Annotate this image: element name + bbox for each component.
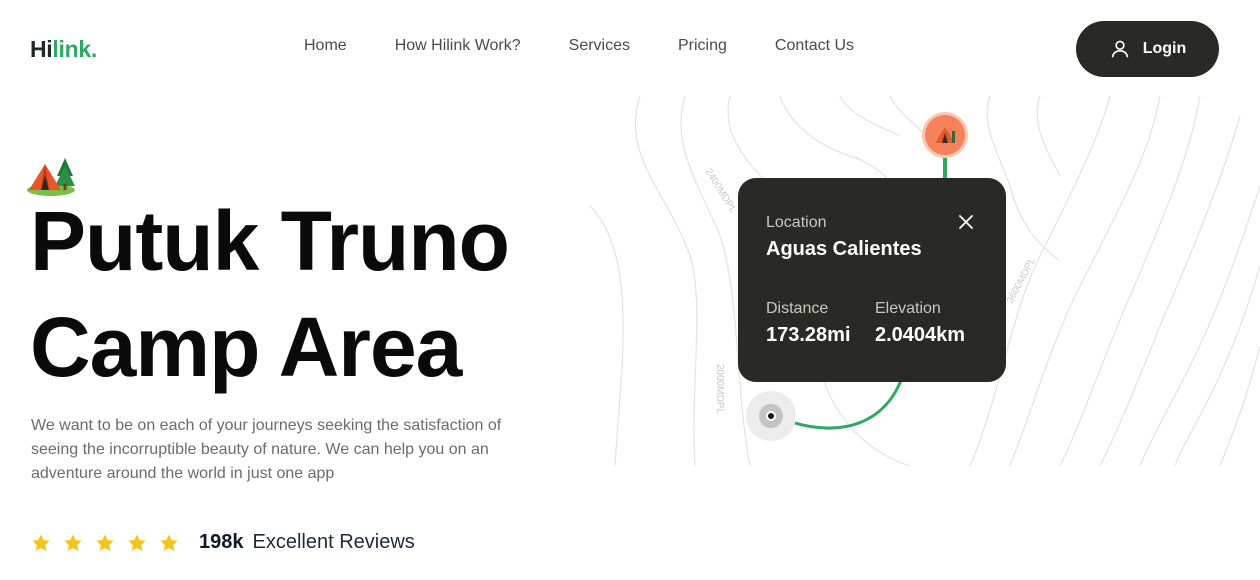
- route-origin-dot[interactable]: [766, 411, 776, 421]
- nav-links: Home How Hilink Work? Services Pricing C…: [304, 37, 902, 55]
- camping-tent-icon: [935, 127, 955, 143]
- nav-link-contact[interactable]: Contact Us: [775, 37, 854, 55]
- nav-link-how-it-works[interactable]: How Hilink Work?: [395, 37, 521, 55]
- star-rating: [31, 533, 179, 553]
- destination-pin[interactable]: [925, 115, 965, 155]
- star-icon: [96, 534, 114, 551]
- reviews-label: Excellent Reviews: [252, 531, 415, 553]
- star-icon: [32, 534, 50, 551]
- hero-title-line1: Putuk Truno: [30, 194, 510, 288]
- hero-title-line2: Camp Area: [30, 300, 462, 394]
- reviews-count: 198k: [199, 531, 244, 553]
- login-label: Login: [1142, 40, 1187, 57]
- close-icon[interactable]: [956, 212, 976, 232]
- brand-logo-hi: Hi: [30, 36, 53, 62]
- login-button[interactable]: Login: [1076, 21, 1219, 77]
- hero-description: We want to be on each of your journeys s…: [31, 417, 502, 482]
- nav-link-pricing[interactable]: Pricing: [678, 37, 727, 55]
- user-icon: [1111, 40, 1128, 58]
- star-icon: [128, 534, 146, 551]
- location-label: Location: [766, 214, 827, 231]
- contour-label-2000: 2000MDPL: [714, 364, 725, 414]
- location-value: Aguas Calientes: [766, 238, 922, 260]
- hero-title: Putuk Truno Camp Area: [30, 188, 510, 400]
- elevation-label: Elevation: [875, 300, 941, 317]
- navbar: Hilink. Home How Hilink Work? Services P…: [0, 0, 1260, 96]
- elevation-value: 2.0404km: [875, 324, 966, 346]
- star-icon: [64, 534, 82, 551]
- location-info-card: Location Aguas Calientes Distance 173.28…: [738, 178, 1006, 382]
- brand-logo[interactable]: Hilink.: [30, 36, 97, 63]
- star-icon: [160, 534, 178, 551]
- brand-logo-link: link.: [52, 36, 97, 62]
- distance-label: Distance: [766, 300, 829, 317]
- contour-label-3600: 3600MDPL: [1005, 256, 1038, 306]
- nav-link-home[interactable]: Home: [304, 37, 347, 55]
- nav-link-services[interactable]: Services: [569, 37, 630, 55]
- reviews-rating: 198k Excellent Reviews: [31, 531, 415, 554]
- distance-value: 173.28mi: [766, 324, 851, 346]
